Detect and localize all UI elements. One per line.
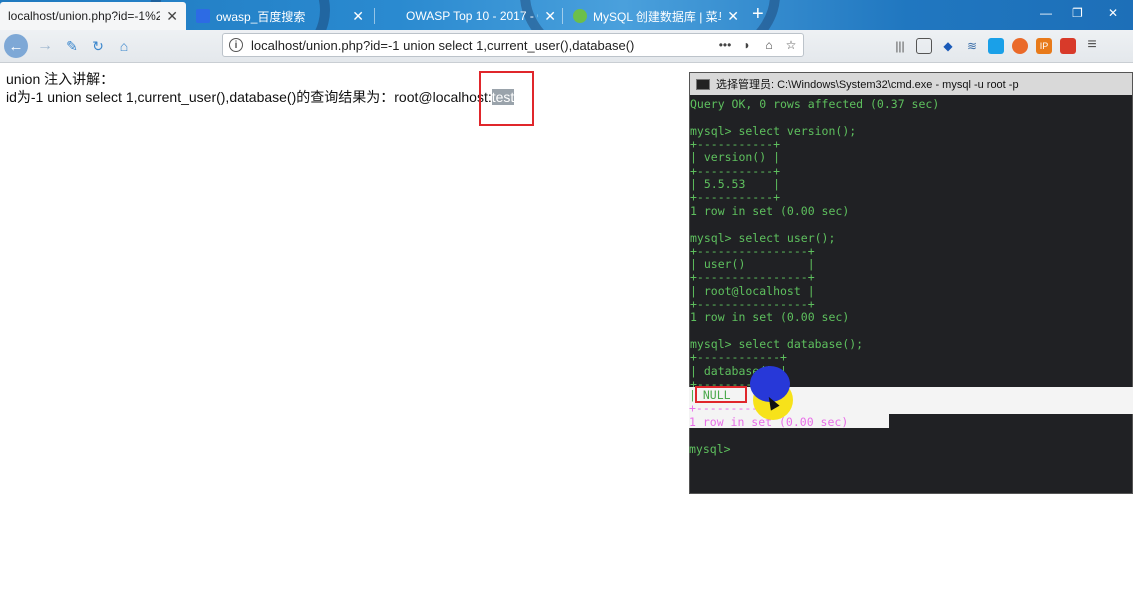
pocket-icon[interactable]: ◗ bbox=[737, 38, 757, 52]
extension-red-icon[interactable] bbox=[1060, 38, 1076, 54]
forward-button[interactable]: → bbox=[34, 34, 56, 58]
back-button[interactable]: ← bbox=[4, 34, 28, 58]
tab-owasp-top10[interactable]: OWASP Top 10 - 2017 - OW ✕ bbox=[378, 2, 564, 30]
close-tab-icon[interactable]: ✕ bbox=[352, 8, 364, 25]
highlight-box-null bbox=[695, 386, 747, 403]
url-text[interactable]: localhost/union.php?id=-1 union select 1… bbox=[251, 38, 715, 53]
tab-divider bbox=[562, 8, 563, 24]
extension-diamond-icon[interactable]: ◆ bbox=[940, 38, 956, 54]
lock-icon[interactable]: ⌂ bbox=[759, 38, 779, 52]
close-window-icon[interactable]: ✕ bbox=[1108, 6, 1118, 20]
page-heading: union 注入讲解： bbox=[6, 71, 115, 87]
tab-divider bbox=[374, 8, 375, 24]
home-icon[interactable]: ⌂ bbox=[114, 34, 134, 58]
close-tab-icon[interactable]: ✕ bbox=[727, 8, 739, 25]
terminal-line: +-----------+ bbox=[690, 190, 781, 204]
cmd-icon bbox=[696, 78, 710, 90]
page-content: union 注入讲解： id为-1 union select 1,current… bbox=[6, 70, 515, 106]
cmd-window[interactable]: 选择管理员: C:\Windows\System32\cmd.exe - mys… bbox=[689, 72, 1133, 494]
query-result-text: id为-1 union select 1,current_user(),data… bbox=[6, 89, 492, 105]
new-tab-button[interactable]: + bbox=[752, 4, 764, 24]
terminal-line: +----------------+ bbox=[690, 270, 815, 284]
tab-title: MySQL 创建数据库 | 菜鸟教程 bbox=[593, 9, 721, 24]
terminal-line: 1 row in set (0.00 sec) bbox=[690, 310, 850, 324]
query-result: id为-1 union select 1,current_user(),data… bbox=[6, 88, 515, 106]
tab-title: owasp_百度搜索 bbox=[216, 9, 306, 24]
ip-extension-icon[interactable]: IP bbox=[1036, 38, 1052, 54]
site-info-icon[interactable]: i bbox=[229, 38, 243, 52]
cmd-titlebar[interactable]: 选择管理员: C:\Windows\System32\cmd.exe - mys… bbox=[690, 73, 1132, 95]
tab-title: localhost/union.php?id=-1%20U bbox=[8, 9, 161, 23]
baidu-favicon-icon bbox=[196, 9, 210, 23]
extension-blue-icon[interactable] bbox=[988, 38, 1004, 54]
close-tab-icon[interactable]: ✕ bbox=[166, 8, 178, 25]
tab-title: OWASP Top 10 - 2017 - OW bbox=[406, 9, 538, 23]
reload-icon[interactable]: ↻ bbox=[88, 34, 108, 58]
terminal-line: +------------+ bbox=[690, 350, 787, 364]
more-actions-icon[interactable]: ••• bbox=[715, 38, 735, 52]
tab-owasp-baidu[interactable]: owasp_百度搜索 ✕ bbox=[188, 2, 372, 30]
restore-icon[interactable]: ❐ bbox=[1072, 6, 1083, 20]
terminal-line: 1 row in set (0.00 sec) bbox=[690, 204, 850, 218]
tab-localhost-union[interactable]: localhost/union.php?id=-1%20U ✕ bbox=[0, 2, 186, 30]
sidebar-icon[interactable] bbox=[916, 38, 932, 54]
wrench-icon[interactable]: ✎ bbox=[62, 34, 82, 58]
blank-favicon-icon bbox=[386, 9, 400, 23]
terminal-line: Query OK, 0 rows affected (0.37 sec) bbox=[690, 97, 940, 111]
highlight-box-database bbox=[479, 71, 534, 126]
extension-icons: ||| ◆ ≋ IP ≡ bbox=[892, 37, 1108, 54]
navigation-toolbar: ← → ✎ ↻ ⌂ i localhost/union.php?id=-1 un… bbox=[0, 30, 1133, 63]
bookmark-star-icon[interactable]: ☆ bbox=[781, 38, 801, 52]
terminal-prompt: mysql> bbox=[689, 442, 731, 456]
menu-icon[interactable]: ≡ bbox=[1084, 37, 1100, 54]
runoob-favicon-icon bbox=[573, 9, 587, 23]
extension-orange-icon[interactable] bbox=[1012, 38, 1028, 54]
library-icon[interactable]: ||| bbox=[892, 38, 908, 54]
extension-stack-icon[interactable]: ≋ bbox=[964, 38, 980, 54]
cmd-output[interactable]: Query OK, 0 rows affected (0.37 sec) mys… bbox=[690, 95, 1132, 493]
tab-mysql-runoob[interactable]: MySQL 创建数据库 | 菜鸟教程 ✕ bbox=[565, 2, 747, 30]
address-bar[interactable]: i localhost/union.php?id=-1 union select… bbox=[222, 33, 804, 57]
close-tab-icon[interactable]: ✕ bbox=[544, 8, 556, 25]
terminal-line: | version() | bbox=[690, 150, 781, 164]
tab-bar: localhost/union.php?id=-1%20U ✕ owasp_百度… bbox=[0, 0, 1133, 30]
minimize-icon[interactable]: — bbox=[1040, 6, 1052, 20]
cmd-title: 选择管理员: C:\Windows\System32\cmd.exe - mys… bbox=[716, 79, 1019, 91]
